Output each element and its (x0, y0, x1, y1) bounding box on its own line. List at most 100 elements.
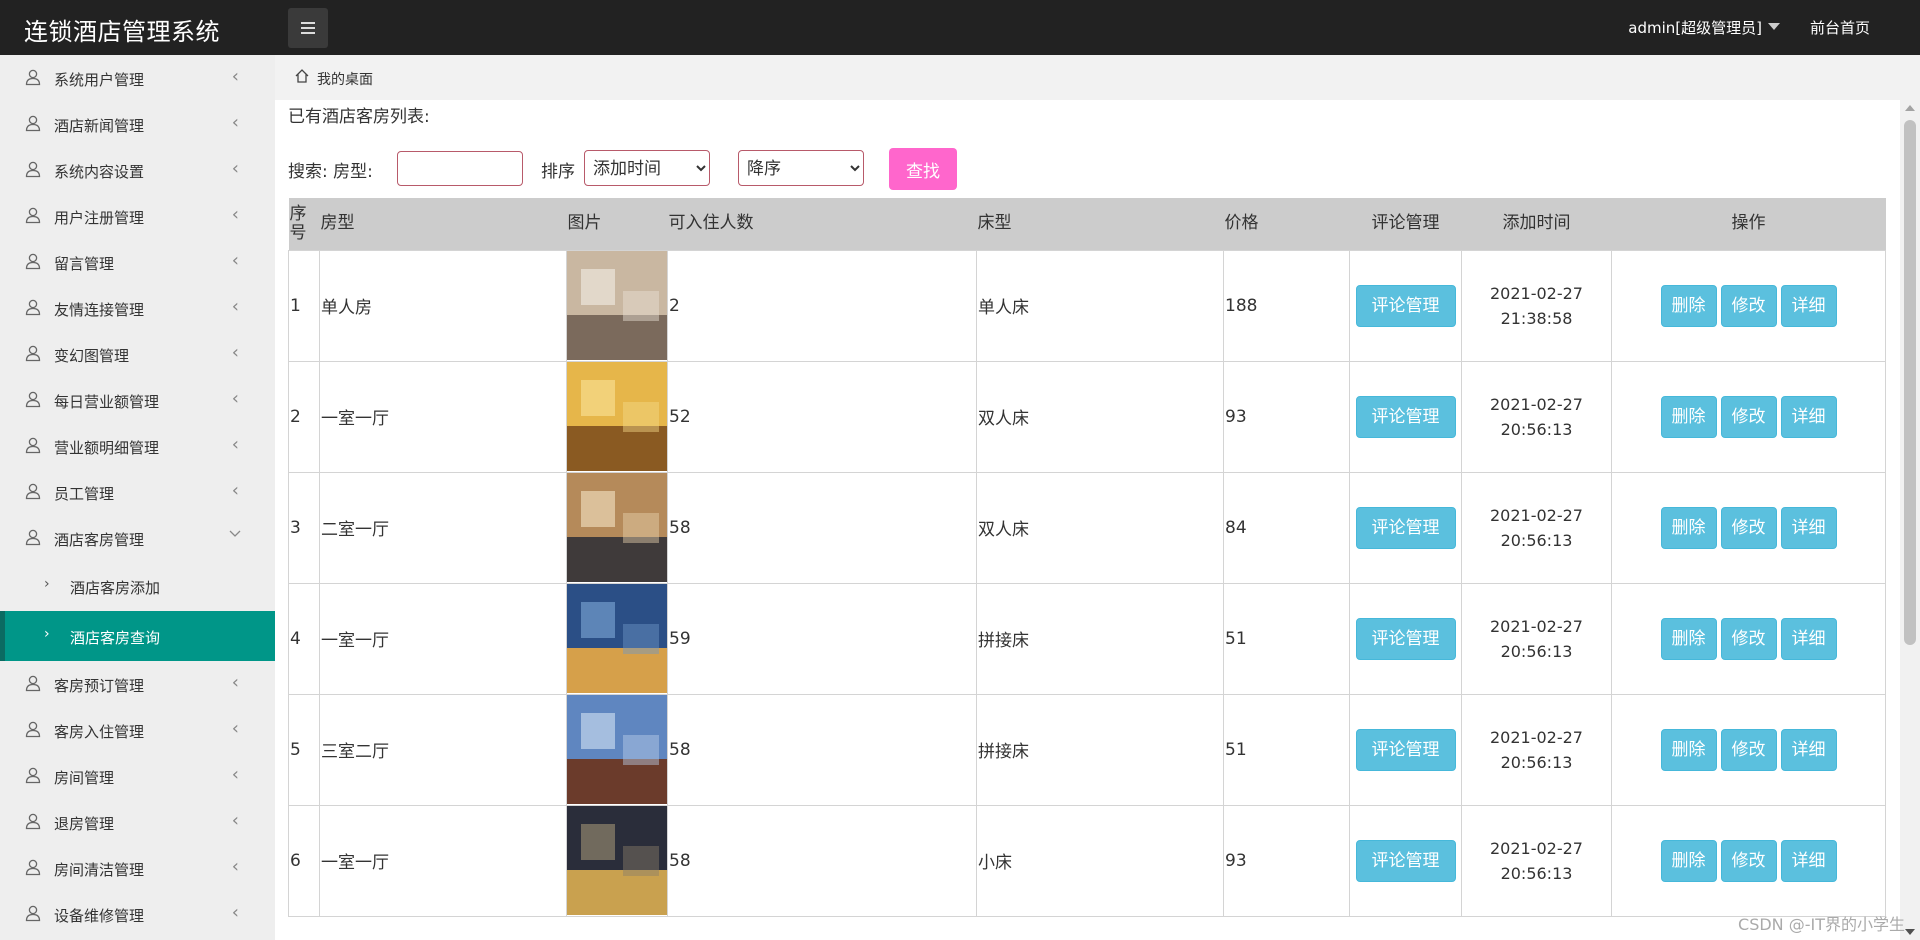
detail-button[interactable]: 详细 (1780, 506, 1837, 549)
room-photo (567, 584, 667, 693)
cell-room-type: 一室一厅 (319, 804, 567, 917)
sidebar-item[interactable]: 酒店新闻管理 ‹ (0, 101, 275, 147)
added-clock: 20:56:13 (1500, 641, 1573, 661)
cell-capacity: 2 (667, 249, 977, 362)
delete-button[interactable]: 删除 (1660, 395, 1717, 438)
sidebar-item[interactable]: 酒店客房管理 (0, 515, 275, 561)
edit-button[interactable]: 修改 (1720, 617, 1777, 660)
room-photo (567, 473, 667, 582)
cell-price: 188 (1223, 249, 1350, 362)
chevron-left-icon: ‹ (231, 434, 239, 455)
user-icon (24, 114, 42, 132)
cell-added-time: 2021-02-27 20:56:13 (1461, 582, 1612, 695)
comment-manage-button[interactable]: 评论管理 (1355, 617, 1456, 660)
sidebar-item[interactable]: 营业额明细管理 ‹ (0, 423, 275, 469)
cell-room-type: 三室二厅 (319, 693, 567, 806)
comment-manage-button[interactable]: 评论管理 (1355, 839, 1456, 882)
sidebar-subitem-label: 酒店客房查询 (70, 629, 161, 647)
cell-price: 51 (1223, 693, 1350, 806)
sidebar-item[interactable]: 房间清洁管理 ‹ (0, 845, 275, 891)
scroll-up-icon[interactable] (1905, 105, 1915, 111)
cell-added-time: 2021-02-27 20:56:13 (1461, 693, 1612, 806)
detail-button[interactable]: 详细 (1780, 617, 1837, 660)
frontend-home-link[interactable]: 前台首页 (1810, 17, 1870, 38)
chevron-left-icon: ‹ (231, 296, 239, 317)
sidebar-item[interactable]: 客房入住管理 ‹ (0, 707, 275, 753)
delete-button[interactable]: 删除 (1660, 284, 1717, 327)
sidebar-item[interactable]: 系统用户管理 ‹ (0, 55, 275, 101)
comment-manage-button[interactable]: 评论管理 (1355, 728, 1456, 771)
find-button[interactable]: 查找 (889, 148, 957, 190)
sidebar-subitem-room-add[interactable]: › 酒店客房添加 (0, 561, 275, 611)
sidebar-item-label: 用户注册管理 (54, 209, 145, 227)
cell-added-time: 2021-02-27 20:56:13 (1461, 804, 1612, 917)
comment-manage-button[interactable]: 评论管理 (1355, 506, 1456, 549)
header-capacity: 可入住人数 (667, 198, 977, 250)
edit-button[interactable]: 修改 (1720, 728, 1777, 771)
chevron-left-icon: ‹ (231, 250, 239, 271)
cell-room-type: 二室一厅 (319, 471, 567, 584)
sidebar: 系统用户管理 ‹ 酒店新闻管理 ‹ 系统内容设置 ‹ 用户注册管理 ‹ 留言管理 ‹ 友情连接管理 ‹… (0, 55, 275, 940)
cell-room-type: 一室一厅 (319, 360, 567, 473)
sidebar-subitem-label: 酒店客房添加 (70, 579, 161, 597)
chevron-left-icon: ‹ (231, 810, 239, 831)
comment-manage-button[interactable]: 评论管理 (1355, 284, 1456, 327)
sidebar-item[interactable]: 员工管理 ‹ (0, 469, 275, 515)
sidebar-item-label: 系统内容设置 (54, 163, 145, 181)
vertical-scrollbar[interactable] (1900, 100, 1920, 940)
added-date: 2021-02-27 (1490, 283, 1583, 303)
delete-button[interactable]: 删除 (1660, 839, 1717, 882)
edit-button[interactable]: 修改 (1720, 839, 1777, 882)
chevron-left-icon: ‹ (231, 388, 239, 409)
user-menu[interactable]: admin[超级管理员] (1628, 17, 1780, 38)
user-icon (24, 252, 42, 270)
edit-button[interactable]: 修改 (1720, 395, 1777, 438)
sidebar-item[interactable]: 房间管理 ‹ (0, 753, 275, 799)
sidebar-item[interactable]: 每日营业额管理 ‹ (0, 377, 275, 423)
added-date: 2021-02-27 (1490, 727, 1583, 747)
detail-button[interactable]: 详细 (1780, 839, 1837, 882)
sidebar-item[interactable]: 变幻图管理 ‹ (0, 331, 275, 377)
detail-button[interactable]: 详细 (1780, 728, 1837, 771)
cell-actions: 删除 修改 详细 (1611, 249, 1886, 362)
room-type-search-input[interactable] (397, 151, 523, 186)
menu-toggle-button[interactable] (288, 8, 328, 48)
delete-button[interactable]: 删除 (1660, 617, 1717, 660)
sidebar-item[interactable]: 用户注册管理 ‹ (0, 193, 275, 239)
header-added-time: 添加时间 (1461, 198, 1612, 250)
sidebar-item[interactable]: 设备维修管理 ‹ (0, 891, 275, 937)
user-icon (24, 528, 42, 546)
sidebar-item[interactable]: 留言管理 ‹ (0, 239, 275, 285)
detail-button[interactable]: 详细 (1780, 284, 1837, 327)
sort-order-select[interactable]: 降序 (738, 150, 864, 186)
sidebar-item-label: 友情连接管理 (54, 301, 145, 319)
sidebar-item[interactable]: 客房预订管理 ‹ (0, 661, 275, 707)
sidebar-item[interactable]: 退房管理 ‹ (0, 799, 275, 845)
chevron-left-icon: ‹ (231, 672, 239, 693)
cell-image (566, 804, 668, 917)
sidebar-item-label: 每日营业额管理 (54, 393, 160, 411)
cell-comments: 评论管理 (1349, 582, 1462, 695)
user-icon (24, 766, 42, 784)
table-row: 1 单人房 2 单人床 188 评论管理 2021-02-27 21:38:58 删除 修改 详细 (288, 249, 1886, 362)
edit-button[interactable]: 修改 (1720, 284, 1777, 327)
sidebar-item[interactable]: 系统内容设置 ‹ (0, 147, 275, 193)
cell-actions: 删除 修改 详细 (1611, 693, 1886, 806)
detail-button[interactable]: 详细 (1780, 395, 1837, 438)
sidebar-item-label: 客房入住管理 (54, 723, 145, 741)
cell-index: 4 (288, 582, 320, 695)
table-row: 6 一室一厅 58 小床 93 评论管理 2021-02-27 20:56:13 删除 修改 详细 (288, 804, 1886, 917)
scrollbar-thumb[interactable] (1904, 120, 1916, 645)
cell-index: 1 (288, 249, 320, 362)
sidebar-item-label: 变幻图管理 (54, 347, 130, 365)
edit-button[interactable]: 修改 (1720, 506, 1777, 549)
sidebar-subitem-room-query[interactable]: › 酒店客房查询 (0, 611, 275, 661)
sidebar-item[interactable]: 友情连接管理 ‹ (0, 285, 275, 331)
comment-manage-button[interactable]: 评论管理 (1355, 395, 1456, 438)
delete-button[interactable]: 删除 (1660, 728, 1717, 771)
breadcrumb-current[interactable]: 我的桌面 (317, 69, 373, 89)
scroll-down-icon[interactable] (1905, 929, 1915, 935)
header-index: 序号 (288, 198, 320, 250)
delete-button[interactable]: 删除 (1660, 506, 1717, 549)
sort-field-select[interactable]: 添加时间 (584, 150, 710, 186)
